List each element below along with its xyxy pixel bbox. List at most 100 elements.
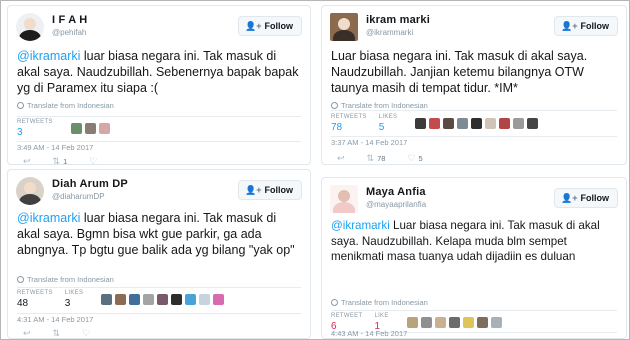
retweeter-avatar[interactable] [199, 294, 211, 305]
retweet-button[interactable]: ⇅ 78 [367, 153, 386, 164]
retweeter-avatar[interactable] [415, 118, 427, 129]
translate-link[interactable]: Translate from Indonesian [331, 101, 428, 110]
reply-icon: ↩ [23, 328, 31, 338]
retweeter-avatars [70, 123, 110, 134]
retweet-button[interactable]: ⇅ 1 [53, 156, 68, 165]
like-label: LIKE [374, 313, 389, 319]
tweet-text: @ikramarki Luar biasa negara ini. Tak ma… [331, 218, 618, 265]
retweeter-avatar[interactable] [485, 118, 497, 129]
avatar[interactable] [330, 13, 358, 41]
reply-button[interactable]: ↩ [337, 153, 345, 164]
retweeter-avatar[interactable] [129, 294, 141, 305]
display-name[interactable]: Diah Arum DP [52, 178, 128, 190]
retweeter-avatar[interactable] [143, 294, 155, 305]
retweeter-avatar[interactable] [448, 317, 460, 328]
retweeter-avatar[interactable] [499, 118, 511, 129]
retweeter-avatar[interactable] [490, 317, 502, 328]
display-name[interactable]: I F A H [52, 14, 87, 26]
retweeter-avatar[interactable] [457, 118, 469, 129]
retweeter-avatar[interactable] [443, 118, 455, 129]
retweeter-avatar[interactable] [434, 317, 446, 328]
likes-stat[interactable]: LIKES 5 [379, 114, 398, 133]
tweet-stats: RETWEETS 48 LIKES 3 [17, 290, 225, 309]
user-handle[interactable]: @diaharumDP [52, 192, 128, 201]
tweet-header: Maya Anfia @mayaaprilanfia 👤+ Follow [330, 185, 618, 217]
avatar[interactable] [16, 177, 44, 205]
tweet-text: @ikramarki luar biasa negara ini. Tak ma… [17, 48, 302, 96]
retweeter-avatar[interactable] [98, 123, 110, 134]
translate-link[interactable]: Translate from Indonesian [17, 275, 114, 284]
avatar[interactable] [16, 13, 44, 41]
follow-button[interactable]: 👤+ Follow [238, 16, 302, 36]
retweeter-avatar[interactable] [101, 294, 113, 305]
mention-link[interactable]: @ikramarki [17, 49, 80, 63]
heart-icon: ♡ [82, 328, 91, 338]
retweets-stat[interactable]: RETWEETS 78 [331, 114, 367, 133]
translate-label: Translate from Indonesian [27, 101, 114, 110]
divider [17, 116, 301, 117]
retweeter-avatar[interactable] [513, 118, 525, 129]
translate-link[interactable]: Translate from Indonesian [17, 101, 114, 110]
translate-link[interactable]: Translate from Indonesian [331, 298, 428, 307]
retweeter-avatar[interactable] [115, 294, 127, 305]
retweeter-avatar[interactable] [462, 317, 474, 328]
follow-button[interactable]: 👤+ Follow [238, 180, 302, 200]
timestamp[interactable]: 4:31 AM - 14 Feb 2017 [17, 315, 93, 324]
like-button[interactable]: ♡ [82, 328, 91, 338]
retweet-label: RETWEET [331, 313, 363, 319]
user-handle[interactable]: @pehifah [52, 28, 87, 37]
avatar[interactable] [330, 185, 358, 213]
timestamp[interactable]: 4:43 AM - 14 Feb 2017 [331, 329, 407, 338]
heart-icon: ♡ [407, 153, 416, 163]
tweet-card: ikram marki @ikrammarki 👤+ Follow Luar b… [321, 5, 627, 165]
retweeter-avatar[interactable] [429, 118, 441, 129]
tweet-header: Diah Arum DP @diaharumDP 👤+ Follow [16, 177, 302, 209]
follow-label: Follow [264, 21, 294, 31]
retweeter-avatar[interactable] [213, 294, 225, 305]
user-handle[interactable]: @mayaaprilanfia [366, 200, 426, 209]
follow-button[interactable]: 👤+ Follow [554, 16, 618, 36]
like-button[interactable]: ♡ [89, 156, 97, 164]
display-name[interactable]: ikram marki [366, 14, 430, 26]
display-name[interactable]: Maya Anfia [366, 186, 426, 198]
retweet-icon: ⇅ [366, 153, 375, 163]
retweets-stat[interactable]: RETWEETS 48 [17, 290, 53, 309]
tweet-text: @ikramarki luar biasa negara ini. Tak ma… [17, 210, 302, 258]
retweets-label: RETWEETS [17, 290, 53, 296]
follow-label: Follow [580, 193, 610, 203]
like-button[interactable]: ♡ 5 [407, 153, 422, 164]
retweeter-avatar[interactable] [185, 294, 197, 305]
retweet-count: 1 [63, 157, 68, 165]
reply-button[interactable]: ↩ [23, 328, 31, 338]
likes-count: 3 [64, 298, 71, 309]
retweeter-avatar[interactable] [527, 118, 539, 129]
mention-link[interactable]: @ikramarki [331, 219, 390, 232]
divider [17, 287, 301, 288]
add-user-icon: 👤+ [245, 184, 262, 195]
like-count: 5 [418, 154, 423, 163]
retweet-button[interactable]: ⇅ [53, 328, 61, 338]
timestamp[interactable]: 3:49 AM - 14 Feb 2017 [17, 143, 93, 152]
retweeter-avatar[interactable] [171, 294, 183, 305]
retweets-stat[interactable]: RETWEETS 3 [17, 119, 53, 138]
retweeter-avatar[interactable] [420, 317, 432, 328]
tweet-stats: RETWEETS 3 [17, 119, 110, 138]
translate-label: Translate from Indonesian [341, 101, 428, 110]
tweet-header: ikram marki @ikrammarki 👤+ Follow [330, 13, 618, 45]
retweeter-avatar[interactable] [84, 123, 96, 134]
reply-button[interactable]: ↩ [23, 156, 31, 164]
user-handle[interactable]: @ikrammarki [366, 28, 430, 37]
retweeter-avatar[interactable] [157, 294, 169, 305]
likes-stat[interactable]: LIKES 3 [65, 290, 84, 309]
retweeter-avatar[interactable] [406, 317, 418, 328]
timestamp[interactable]: 3:37 AM - 14 Feb 2017 [331, 138, 407, 147]
globe-icon [331, 102, 338, 109]
retweets-count: 78 [331, 122, 343, 133]
mention-link[interactable]: @ikramarki [17, 211, 80, 225]
follow-button[interactable]: 👤+ Follow [554, 188, 618, 208]
retweeter-avatar[interactable] [476, 317, 488, 328]
retweeter-avatar[interactable] [70, 123, 82, 134]
retweeter-avatar[interactable] [471, 118, 483, 129]
globe-icon [331, 299, 338, 306]
likes-count: 5 [378, 122, 385, 133]
